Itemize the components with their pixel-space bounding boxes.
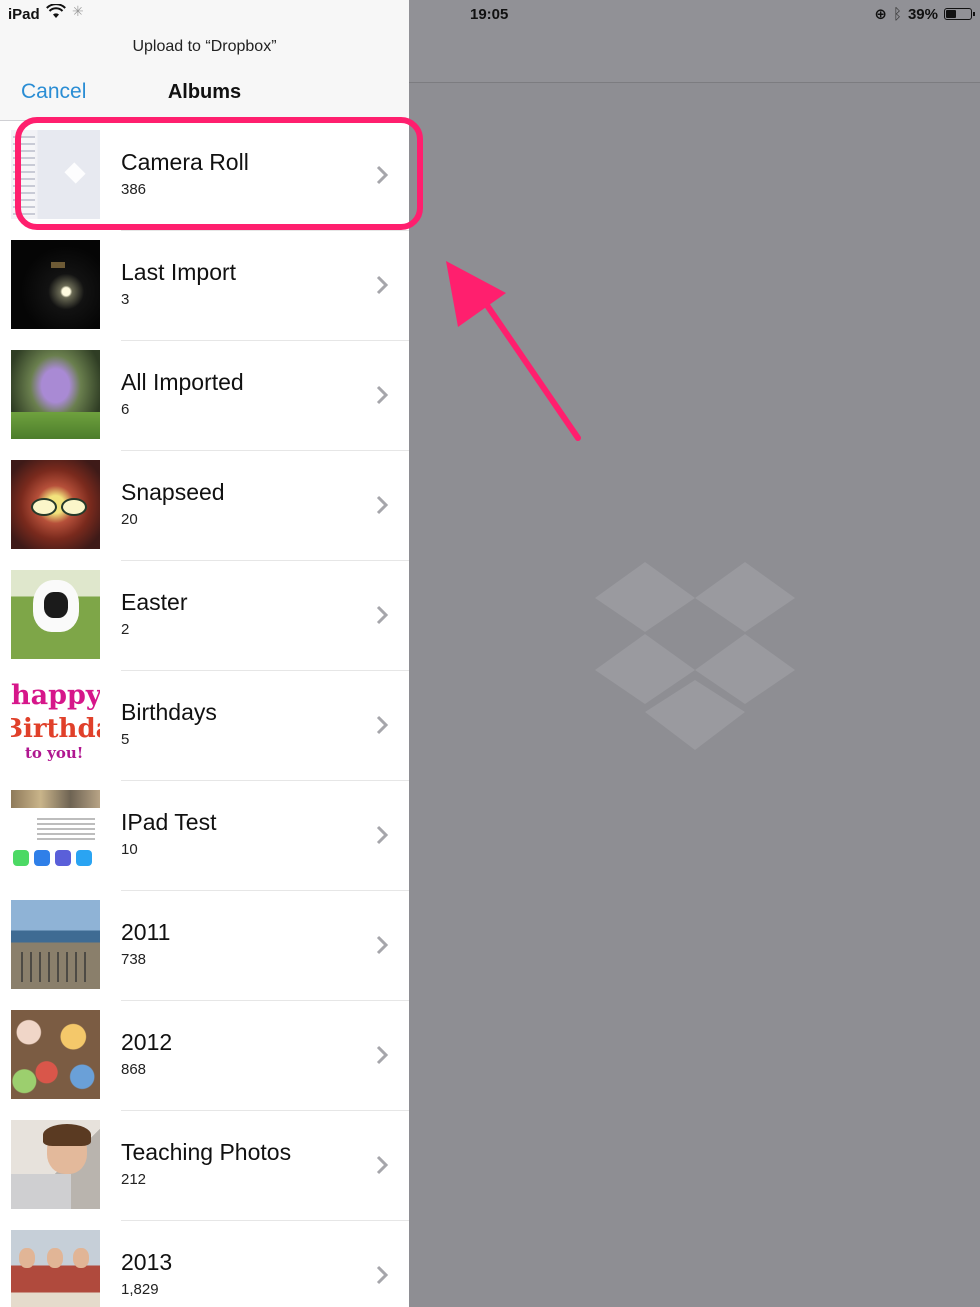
album-name: 2012 [121, 1029, 173, 1055]
album-name: Snapseed [121, 479, 225, 505]
pointer-arrow-annotation [446, 261, 581, 441]
album-count: 10 [121, 841, 138, 858]
album-name: Birthdays [121, 699, 217, 725]
birthday-card-word-3: to you! [25, 744, 84, 762]
album-row-2013[interactable]: 2013 1,829 [0, 1221, 409, 1307]
birthday-card-word-1: happy [11, 680, 100, 711]
battery-icon [944, 8, 975, 20]
orientation-lock-icon: ⊕ [874, 6, 887, 23]
chevron-right-icon [376, 605, 389, 625]
album-name: 2011 [121, 919, 171, 945]
album-row-birthdays[interactable]: happy Birthday to you! Birthdays 5 [0, 671, 409, 781]
screenshot-thumbnail [11, 790, 100, 879]
chevron-right-icon [376, 385, 389, 405]
status-time: 19:05 [470, 6, 509, 23]
status-right-group: ⊕ ᛒ 39% [874, 5, 975, 23]
album-count: 6 [121, 401, 130, 418]
chevron-right-icon [376, 1265, 389, 1285]
chevron-right-icon [376, 275, 389, 295]
status-bar: iPad ✳ 19:05 ⊕ ᛒ 39% [0, 0, 980, 28]
album-row-all-imported[interactable]: All Imported 6 [0, 341, 409, 451]
child-photo-thumbnail [11, 1120, 100, 1209]
chevron-right-icon [376, 715, 389, 735]
album-name: Easter [121, 589, 188, 615]
album-list: Camera Roll 386 Last Import 3 All Import… [0, 121, 409, 1307]
album-row-teaching-photos[interactable]: Teaching Photos 212 [0, 1111, 409, 1221]
chevron-right-icon [376, 935, 389, 955]
album-name: Teaching Photos [121, 1139, 292, 1165]
album-count: 5 [121, 731, 130, 748]
activity-spinner-icon: ✳ [72, 3, 84, 19]
album-count: 212 [121, 1171, 147, 1188]
flowers-photo-thumbnail [11, 350, 100, 439]
upload-prompt: Upload to “Dropbox” [132, 38, 277, 55]
birthday-card-thumbnail: happy Birthday to you! [11, 680, 100, 769]
album-row-snapseed[interactable]: Snapseed 20 [0, 451, 409, 561]
album-name: IPad Test [121, 809, 217, 835]
candy-photo-thumbnail [11, 1010, 100, 1099]
night-photo-thumbnail [11, 240, 100, 329]
album-name: Last Import [121, 259, 237, 285]
lamb-photo-thumbnail [11, 570, 100, 659]
chevron-right-icon [376, 495, 389, 515]
cancel-button[interactable]: Cancel [21, 80, 86, 104]
chevron-right-icon [376, 825, 389, 845]
highlight-box-annotation [15, 117, 423, 230]
battery-percent: 39% [907, 5, 938, 23]
group-photo-thumbnail [11, 1230, 100, 1307]
wifi-icon [46, 4, 66, 18]
album-count: 2 [121, 621, 130, 638]
album-count: 3 [121, 291, 130, 308]
birthday-card-word-2: Birthday [11, 714, 100, 744]
album-count: 1,829 [121, 1281, 159, 1298]
album-name: All Imported [121, 369, 244, 395]
album-count: 738 [121, 951, 147, 968]
album-row-2012[interactable]: 2012 868 [0, 1001, 409, 1111]
portrait-photo-thumbnail [11, 460, 100, 549]
chevron-right-icon [376, 1155, 389, 1175]
album-count: 20 [121, 511, 138, 528]
album-count: 868 [121, 1061, 147, 1078]
album-row-last-import[interactable]: Last Import 3 [0, 231, 409, 341]
album-row-ipad-test[interactable]: IPad Test 10 [0, 781, 409, 891]
album-name: 2013 [121, 1249, 173, 1275]
chevron-right-icon [376, 1045, 389, 1065]
dropbox-logo-icon [595, 562, 795, 750]
bluetooth-icon: ᛒ [892, 5, 902, 23]
bikes-photo-thumbnail [11, 900, 100, 989]
album-row-2011[interactable]: 2011 738 [0, 891, 409, 1001]
carrier-label: iPad [8, 6, 40, 23]
album-row-easter[interactable]: Easter 2 [0, 561, 409, 671]
